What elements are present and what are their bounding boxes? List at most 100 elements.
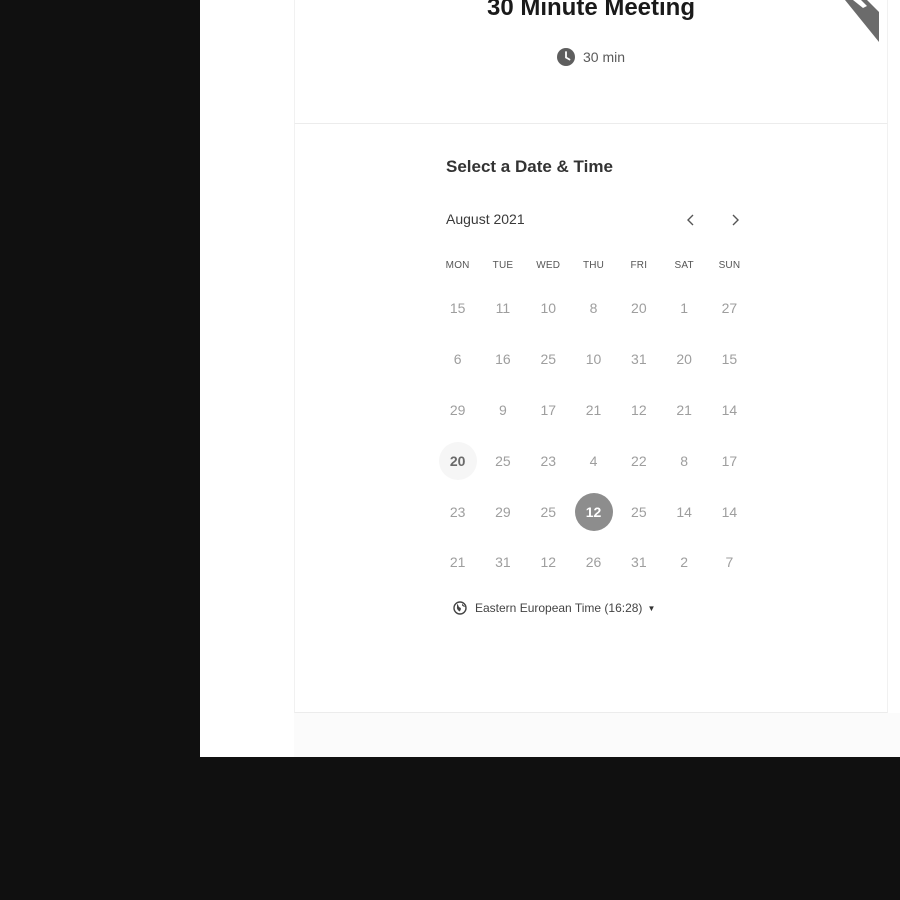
calendar-day-number: 14 bbox=[721, 503, 738, 520]
prev-month-button[interactable] bbox=[679, 208, 703, 232]
weekday-label: THU bbox=[582, 260, 605, 271]
calendar-day[interactable]: 16 bbox=[480, 334, 525, 385]
calendar-day-number: 26 bbox=[585, 554, 602, 571]
calendar-day[interactable]: 8 bbox=[661, 435, 706, 486]
calendar-day-number: 31 bbox=[495, 554, 511, 571]
calendar-day[interactable]: 2 bbox=[661, 537, 706, 588]
calendar-day-number: 17 bbox=[721, 452, 738, 469]
calendar-day[interactable]: 15 bbox=[707, 334, 752, 385]
calendar-day[interactable]: 21 bbox=[571, 385, 616, 436]
calendar-day[interactable]: 4 bbox=[571, 435, 616, 486]
calendar-day[interactable]: 31 bbox=[616, 537, 661, 588]
calendar-day[interactable]: 22 bbox=[616, 435, 661, 486]
booking-panel: 30 Minute Meeting 30 min Select a Date &… bbox=[200, 0, 900, 757]
calendar-day[interactable]: 9 bbox=[480, 385, 525, 436]
calendar-day[interactable]: 31 bbox=[616, 334, 661, 385]
calendar-day[interactable]: 14 bbox=[707, 486, 752, 537]
duration-label: 30 min bbox=[582, 49, 626, 65]
calendar-day-number: 12 bbox=[631, 401, 647, 418]
calendar-day-number: 20 bbox=[438, 441, 477, 480]
calendar-day[interactable]: 25 bbox=[616, 486, 661, 537]
calendar-day[interactable]: 29 bbox=[480, 486, 525, 537]
weekday-header: MON TUE WED THU FRI SAT SUN bbox=[435, 260, 752, 271]
calendar-day-number: 29 bbox=[449, 401, 466, 418]
weekday-label: WED bbox=[536, 260, 561, 271]
calendar-day[interactable]: 23 bbox=[526, 435, 571, 486]
timezone-label: Eastern European Time (16:28) bbox=[475, 601, 643, 615]
calendar-day-number: 14 bbox=[676, 503, 692, 520]
calendar-day-selected[interactable]: 12 bbox=[571, 486, 616, 537]
clock-icon bbox=[556, 48, 575, 66]
event-header: 30 Minute Meeting 30 min bbox=[294, 0, 888, 124]
calendar-day[interactable]: 14 bbox=[707, 385, 752, 436]
calendar-day[interactable]: 21 bbox=[661, 385, 706, 436]
calendar-day[interactable]: 25 bbox=[480, 435, 525, 486]
weekday-label: SUN bbox=[718, 260, 741, 271]
calendar-day-number: 12 bbox=[574, 492, 613, 531]
calendar-day-number: 25 bbox=[631, 503, 647, 520]
calendar-day[interactable]: 14 bbox=[661, 486, 706, 537]
chevron-left-icon bbox=[687, 214, 694, 226]
calendar-day-number: 22 bbox=[631, 452, 647, 469]
calendar-day[interactable]: 7 bbox=[707, 537, 752, 588]
calendar-day[interactable]: 1 bbox=[661, 283, 706, 334]
calendar-day-number: 17 bbox=[540, 401, 557, 418]
calendar-day-number: 2 bbox=[680, 554, 689, 571]
calendar-day[interactable]: 8 bbox=[571, 283, 616, 334]
corner-ribbon bbox=[845, 0, 879, 42]
timezone-selector[interactable]: Eastern European Time (16:28) ▼ bbox=[453, 601, 655, 615]
calendar-day-number: 21 bbox=[676, 401, 692, 418]
weekday-label: FRI bbox=[630, 260, 648, 271]
calendar-day[interactable]: 17 bbox=[707, 435, 752, 486]
calendar-day-number: 10 bbox=[540, 300, 557, 317]
calendar-day[interactable]: 6 bbox=[435, 334, 480, 385]
calendar-day[interactable]: 31 bbox=[480, 537, 525, 588]
next-month-button[interactable] bbox=[723, 208, 747, 232]
calendar-day-number: 23 bbox=[540, 452, 557, 469]
calendar-day[interactable]: 15 bbox=[435, 283, 480, 334]
calendar-day-number: 16 bbox=[495, 351, 511, 368]
calendar-day-number: 10 bbox=[585, 351, 602, 368]
event-title: 30 Minute Meeting bbox=[486, 0, 696, 21]
calendar-day-number: 15 bbox=[449, 300, 466, 317]
calendar-day-number: 4 bbox=[589, 452, 598, 469]
calendar-day-number: 6 bbox=[453, 351, 462, 368]
calendar-day-number: 25 bbox=[495, 452, 511, 469]
calendar-day[interactable]: 23 bbox=[435, 486, 480, 537]
calendar-day[interactable]: 21 bbox=[435, 537, 480, 588]
calendar-day-number: 23 bbox=[449, 503, 466, 520]
calendar-day[interactable]: 12 bbox=[616, 385, 661, 436]
calendar-day[interactable]: 17 bbox=[526, 385, 571, 436]
calendar-day[interactable]: 25 bbox=[526, 486, 571, 537]
chevron-right-icon bbox=[732, 214, 739, 226]
caret-down-icon: ▼ bbox=[647, 603, 656, 613]
calendar-day[interactable]: 20 bbox=[616, 283, 661, 334]
calendar-day[interactable]: 11 bbox=[480, 283, 525, 334]
calendar-day-number: 9 bbox=[499, 401, 507, 418]
calendar-day-number: 29 bbox=[495, 503, 511, 520]
calendar-day-number: 25 bbox=[540, 503, 557, 520]
calendar-day-number: 8 bbox=[589, 300, 598, 317]
event-duration: 30 min bbox=[295, 48, 887, 66]
calendar-day-number: 21 bbox=[585, 401, 602, 418]
calendar-day[interactable]: 10 bbox=[571, 334, 616, 385]
calendar-day[interactable]: 20 bbox=[661, 334, 706, 385]
calendar-day-number: 11 bbox=[495, 300, 511, 317]
calendar-day[interactable]: 27 bbox=[707, 283, 752, 334]
calendar-day-today[interactable]: 20 bbox=[435, 435, 480, 486]
calendar-day[interactable]: 25 bbox=[526, 334, 571, 385]
calendar-day-number: 15 bbox=[721, 351, 738, 368]
calendar-day[interactable]: 12 bbox=[526, 537, 571, 588]
calendar-day-number: 20 bbox=[676, 351, 692, 368]
calendar-day[interactable]: 26 bbox=[571, 537, 616, 588]
calendar-day-number: 1 bbox=[680, 300, 689, 317]
month-label: August 2021 bbox=[446, 211, 525, 227]
calendar-day[interactable]: 10 bbox=[526, 283, 571, 334]
calendar-day-number: 20 bbox=[631, 300, 647, 317]
calendar-day[interactable]: 29 bbox=[435, 385, 480, 436]
calendar-day-number: 8 bbox=[680, 452, 689, 469]
select-date-heading: Select a Date & Time bbox=[446, 157, 613, 176]
weekday-label: TUE bbox=[492, 260, 514, 271]
globe-icon bbox=[453, 601, 467, 615]
calendar-day-number: 31 bbox=[631, 554, 647, 571]
